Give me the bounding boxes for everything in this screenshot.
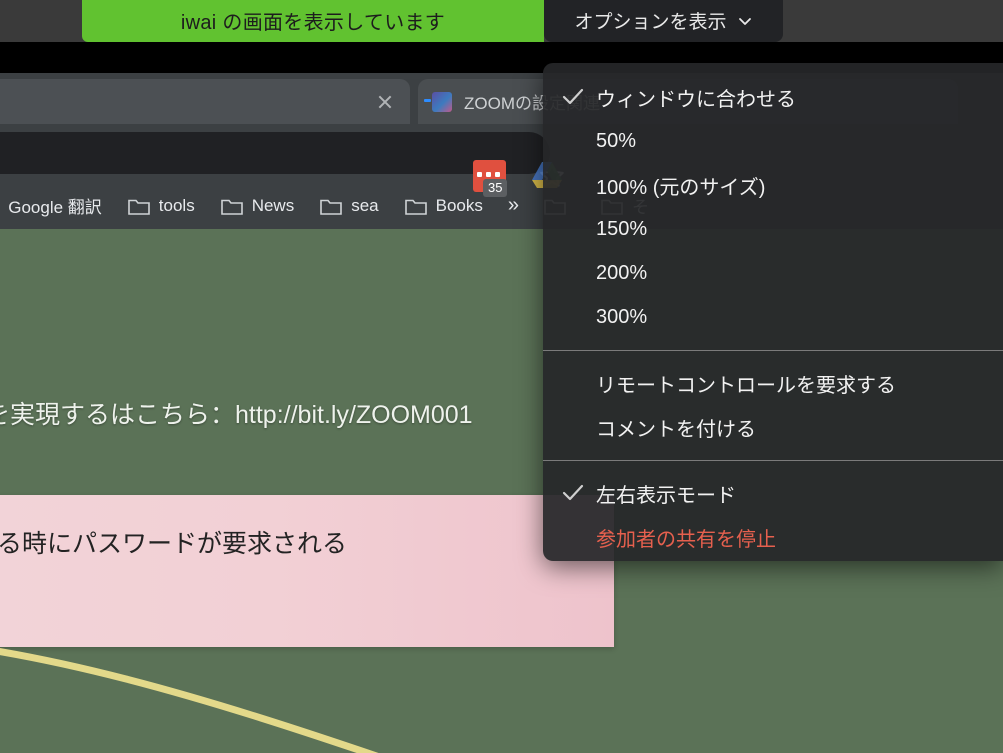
- bookmark-item-google-translate[interactable]: G Google 翻訳: [0, 182, 115, 229]
- bookmark-label: News: [251, 195, 295, 215]
- menu-item-label: 200%: [596, 261, 648, 284]
- check-icon: [562, 87, 584, 107]
- screen-root: Dashboard ZOOMの設定関連 oard Learn G Google …: [0, 0, 1003, 753]
- bookmark-item-tools[interactable]: tools: [115, 182, 208, 229]
- slide-link-text: ライン講義を実現するはこちら：http://bit.ly/ZOOM001: [0, 401, 473, 429]
- menu-separator: [543, 460, 1003, 461]
- calendar-badge-count: 35: [483, 179, 508, 197]
- screen-share-topbar: iwai の画面を表示しています オプションを表示: [0, 0, 1003, 42]
- menu-item-label: リモートコントロールを要求する: [596, 374, 896, 397]
- menu-item-zoom-150[interactable]: 150%: [543, 207, 1003, 251]
- tab-dashboard[interactable]: Dashboard: [0, 79, 410, 124]
- zoom-favicon: [424, 91, 452, 112]
- chevron-down-icon: [737, 13, 753, 29]
- view-options-menu[interactable]: ウィンドウに合わせる 50% 100% (元のサイズ) 150% 200% 30…: [543, 63, 1003, 561]
- menu-item-label: コメントを付ける: [596, 418, 756, 441]
- menu-item-request-remote-control[interactable]: リモートコントロールを要求する: [543, 361, 1003, 405]
- menu-item-label: 50%: [596, 129, 637, 152]
- menu-item-zoom-100[interactable]: 100% (元のサイズ): [543, 163, 1003, 207]
- bookmark-label: Books: [435, 195, 483, 215]
- bookmark-label: sea: [351, 195, 379, 215]
- menu-item-label: 150%: [596, 217, 648, 240]
- menu-item-fit-to-window[interactable]: ウィンドウに合わせる: [543, 75, 1003, 119]
- calendar-dots-icon: [477, 172, 500, 177]
- view-options-label: オプションを表示: [574, 11, 727, 33]
- folder-icon: [127, 197, 150, 215]
- address-bar[interactable]: [0, 132, 550, 174]
- menu-item-label: 左右表示モード: [596, 484, 736, 507]
- menu-item-annotate[interactable]: コメントを付ける: [543, 405, 1003, 449]
- slide-pink-text: する時にパスワードが要求される: [0, 530, 348, 558]
- menu-item-side-by-side-mode[interactable]: 左右表示モード: [543, 471, 1003, 515]
- menu-item-stop-participant-share[interactable]: 参加者の共有を停止: [543, 515, 1003, 559]
- bookmark-item-search[interactable]: sea: [307, 182, 391, 229]
- bookmark-item-news[interactable]: News: [208, 182, 308, 229]
- check-icon: [562, 483, 584, 503]
- menu-item-label: 100% (元のサイズ): [596, 176, 766, 199]
- menu-item-label: 参加者の共有を停止: [596, 528, 776, 551]
- folder-icon: [404, 197, 427, 215]
- close-icon[interactable]: [374, 91, 396, 113]
- slide-pink-callout: する時にパスワードが要求される: [0, 495, 614, 647]
- bookmark-label: Google 翻訳: [8, 198, 102, 217]
- view-options-button[interactable]: オプションを表示: [544, 0, 783, 42]
- tab-title: Dashboard: [0, 92, 362, 112]
- menu-item-zoom-50[interactable]: 50%: [543, 119, 1003, 163]
- folder-icon: [220, 197, 243, 215]
- overflow-chevron-icon[interactable]: »: [496, 194, 531, 217]
- calendar-extension-icon[interactable]: 35: [473, 160, 508, 197]
- bookmark-label: tools: [158, 195, 195, 215]
- sharing-status-banner: iwai の画面を表示しています: [82, 0, 544, 42]
- folder-icon: [320, 197, 343, 215]
- menu-item-zoom-300[interactable]: 300%: [543, 295, 1003, 339]
- menu-item-zoom-200[interactable]: 200%: [543, 251, 1003, 295]
- menu-item-label: ウィンドウに合わせる: [596, 88, 796, 111]
- menu-item-label: 300%: [596, 305, 648, 328]
- menu-separator: [543, 350, 1003, 351]
- sharing-status-text: iwai の画面を表示しています: [180, 11, 446, 34]
